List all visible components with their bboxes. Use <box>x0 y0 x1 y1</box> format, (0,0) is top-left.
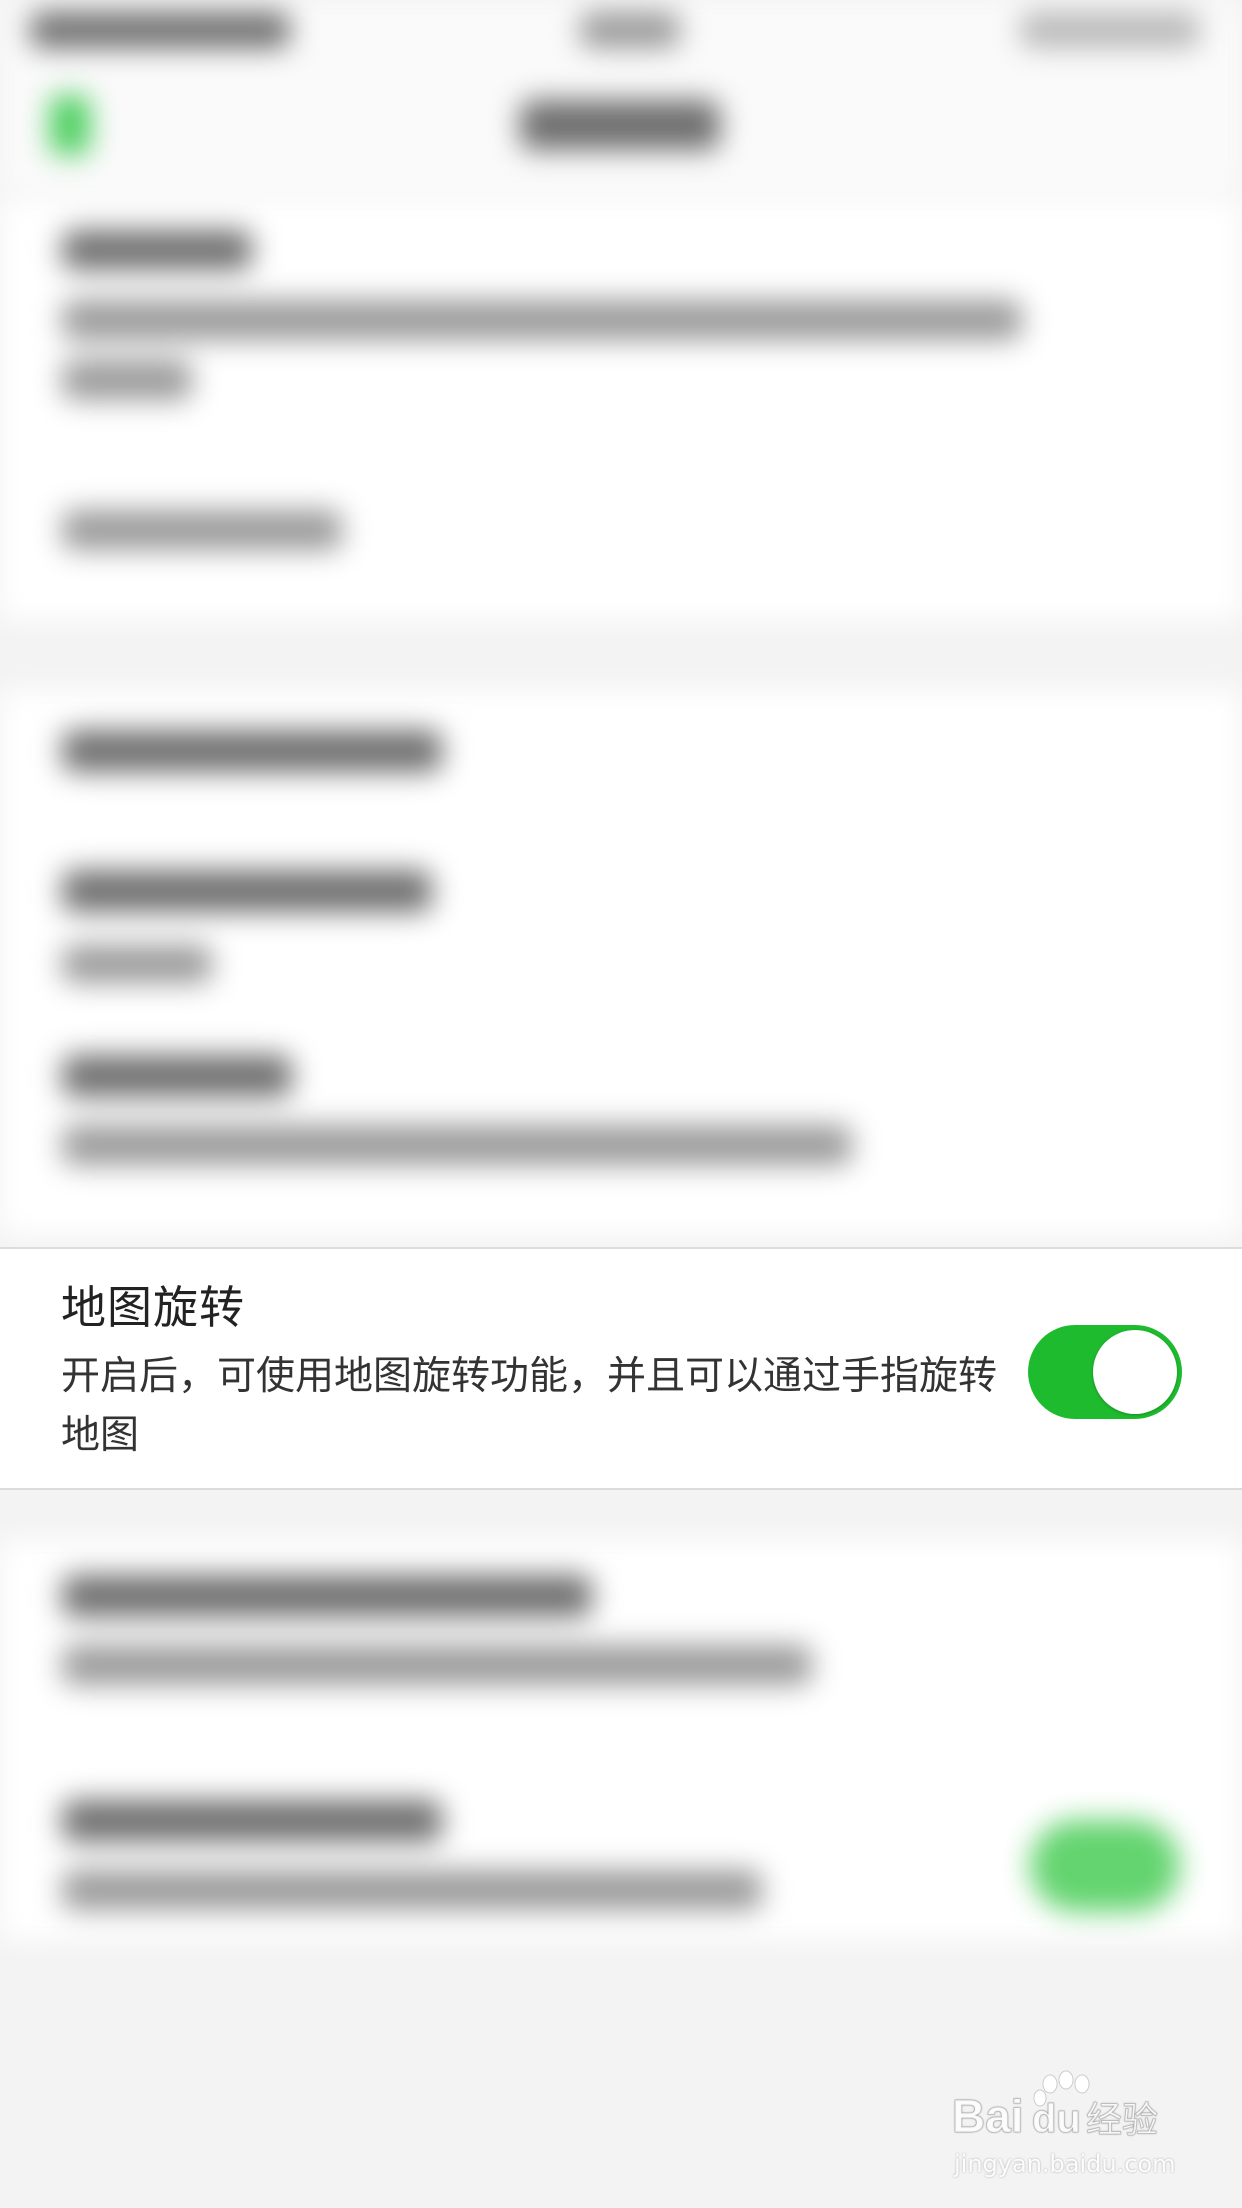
baidu-watermark: Bai du 经验 jingyan.baidu.com <box>950 2070 1190 2200</box>
blurred-row-desc <box>62 1870 762 1910</box>
blurred-row-desc <box>62 1645 812 1685</box>
blurred-status-right <box>1020 12 1200 48</box>
map-rotation-setting-row[interactable]: 地图旋转 开启后，可使用地图旋转功能，并且可以通过手指旋转地图 <box>0 1247 1242 1490</box>
svg-text:du: du <box>1032 2097 1081 2141</box>
toggle-knob <box>1093 1330 1177 1414</box>
blurred-row-title <box>62 510 342 550</box>
blurred-row-desc <box>62 300 1022 340</box>
svg-text:Bai: Bai <box>952 2090 1024 2142</box>
setting-description: 开启后，可使用地图旋转功能，并且可以通过手指旋转地图 <box>61 1354 998 1458</box>
settings-screen: 地图旋转 开启后，可使用地图旋转功能，并且可以通过手指旋转地图 Bai du 经… <box>0 0 1242 2208</box>
blurred-status-center <box>580 12 680 48</box>
blurred-row-title <box>62 1575 592 1617</box>
blurred-row-desc <box>62 360 192 400</box>
blurred-row-desc <box>62 945 212 983</box>
blurred-row-desc <box>62 1125 852 1165</box>
watermark-url: jingyan.baidu.com <box>954 2150 1176 2178</box>
svg-text:经验: 经验 <box>1086 2100 1158 2141</box>
blurred-row-title <box>62 870 432 912</box>
blurred-row-title <box>62 1800 442 1842</box>
blurred-toggle <box>1030 1820 1180 1912</box>
blurred-row-title <box>62 730 442 772</box>
setting-title: 地图旋转 <box>61 1281 246 1334</box>
blurred-row-title <box>62 230 252 270</box>
blurred-nav-title <box>520 100 720 150</box>
blurred-back-icon <box>50 95 90 155</box>
blurred-status-left <box>30 12 290 48</box>
baidu-paw-logo-icon: Bai du 经验 <box>952 2070 1159 2143</box>
map-rotation-toggle[interactable] <box>1028 1325 1182 1419</box>
blurred-background <box>0 0 1242 2208</box>
blurred-row-title <box>62 1055 292 1097</box>
